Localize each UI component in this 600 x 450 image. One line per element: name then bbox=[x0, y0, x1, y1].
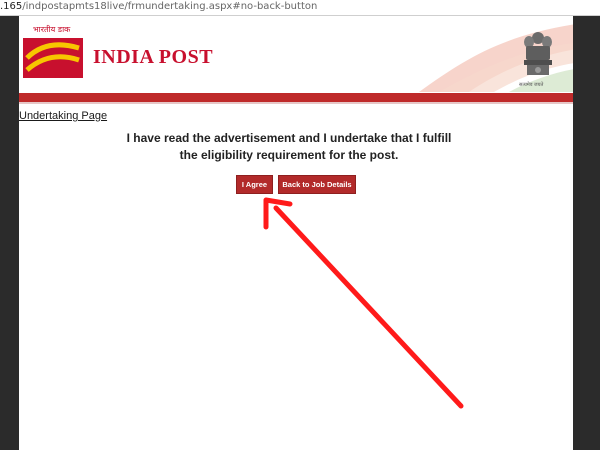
national-emblem-icon bbox=[524, 32, 552, 75]
logo-sub-text: India Post bbox=[55, 74, 80, 80]
site-header: भारतीय डाक India Post INDIA POST सत्यमेव… bbox=[19, 16, 573, 92]
header-bar-shadow bbox=[19, 102, 573, 104]
undertaking-page-link[interactable]: Undertaking Page bbox=[19, 110, 107, 122]
header-red-bar bbox=[19, 93, 573, 102]
emblem-motto: सत्यमेव जयते bbox=[519, 82, 544, 88]
statement-line-2: the eligibility requirement for the post… bbox=[179, 148, 399, 162]
back-to-job-details-button[interactable]: Back to Job Details bbox=[278, 175, 356, 194]
statement-line-1: I have read the advertisement and I unde… bbox=[126, 131, 452, 145]
brand-title: INDIA POST bbox=[93, 46, 214, 68]
page-content: भारतीय डाक India Post INDIA POST सत्यमेव… bbox=[19, 16, 573, 450]
i-agree-button[interactable]: I Agree bbox=[236, 175, 273, 194]
address-bar[interactable]: .165/indpostapmts18live/frmundertaking.a… bbox=[0, 0, 600, 16]
url-host: .165 bbox=[0, 1, 23, 12]
url-path: /indpostapmts18live/frmundertaking.aspx#… bbox=[22, 1, 318, 12]
undertaking-statement: I have read the advertisement and I unde… bbox=[59, 130, 519, 164]
